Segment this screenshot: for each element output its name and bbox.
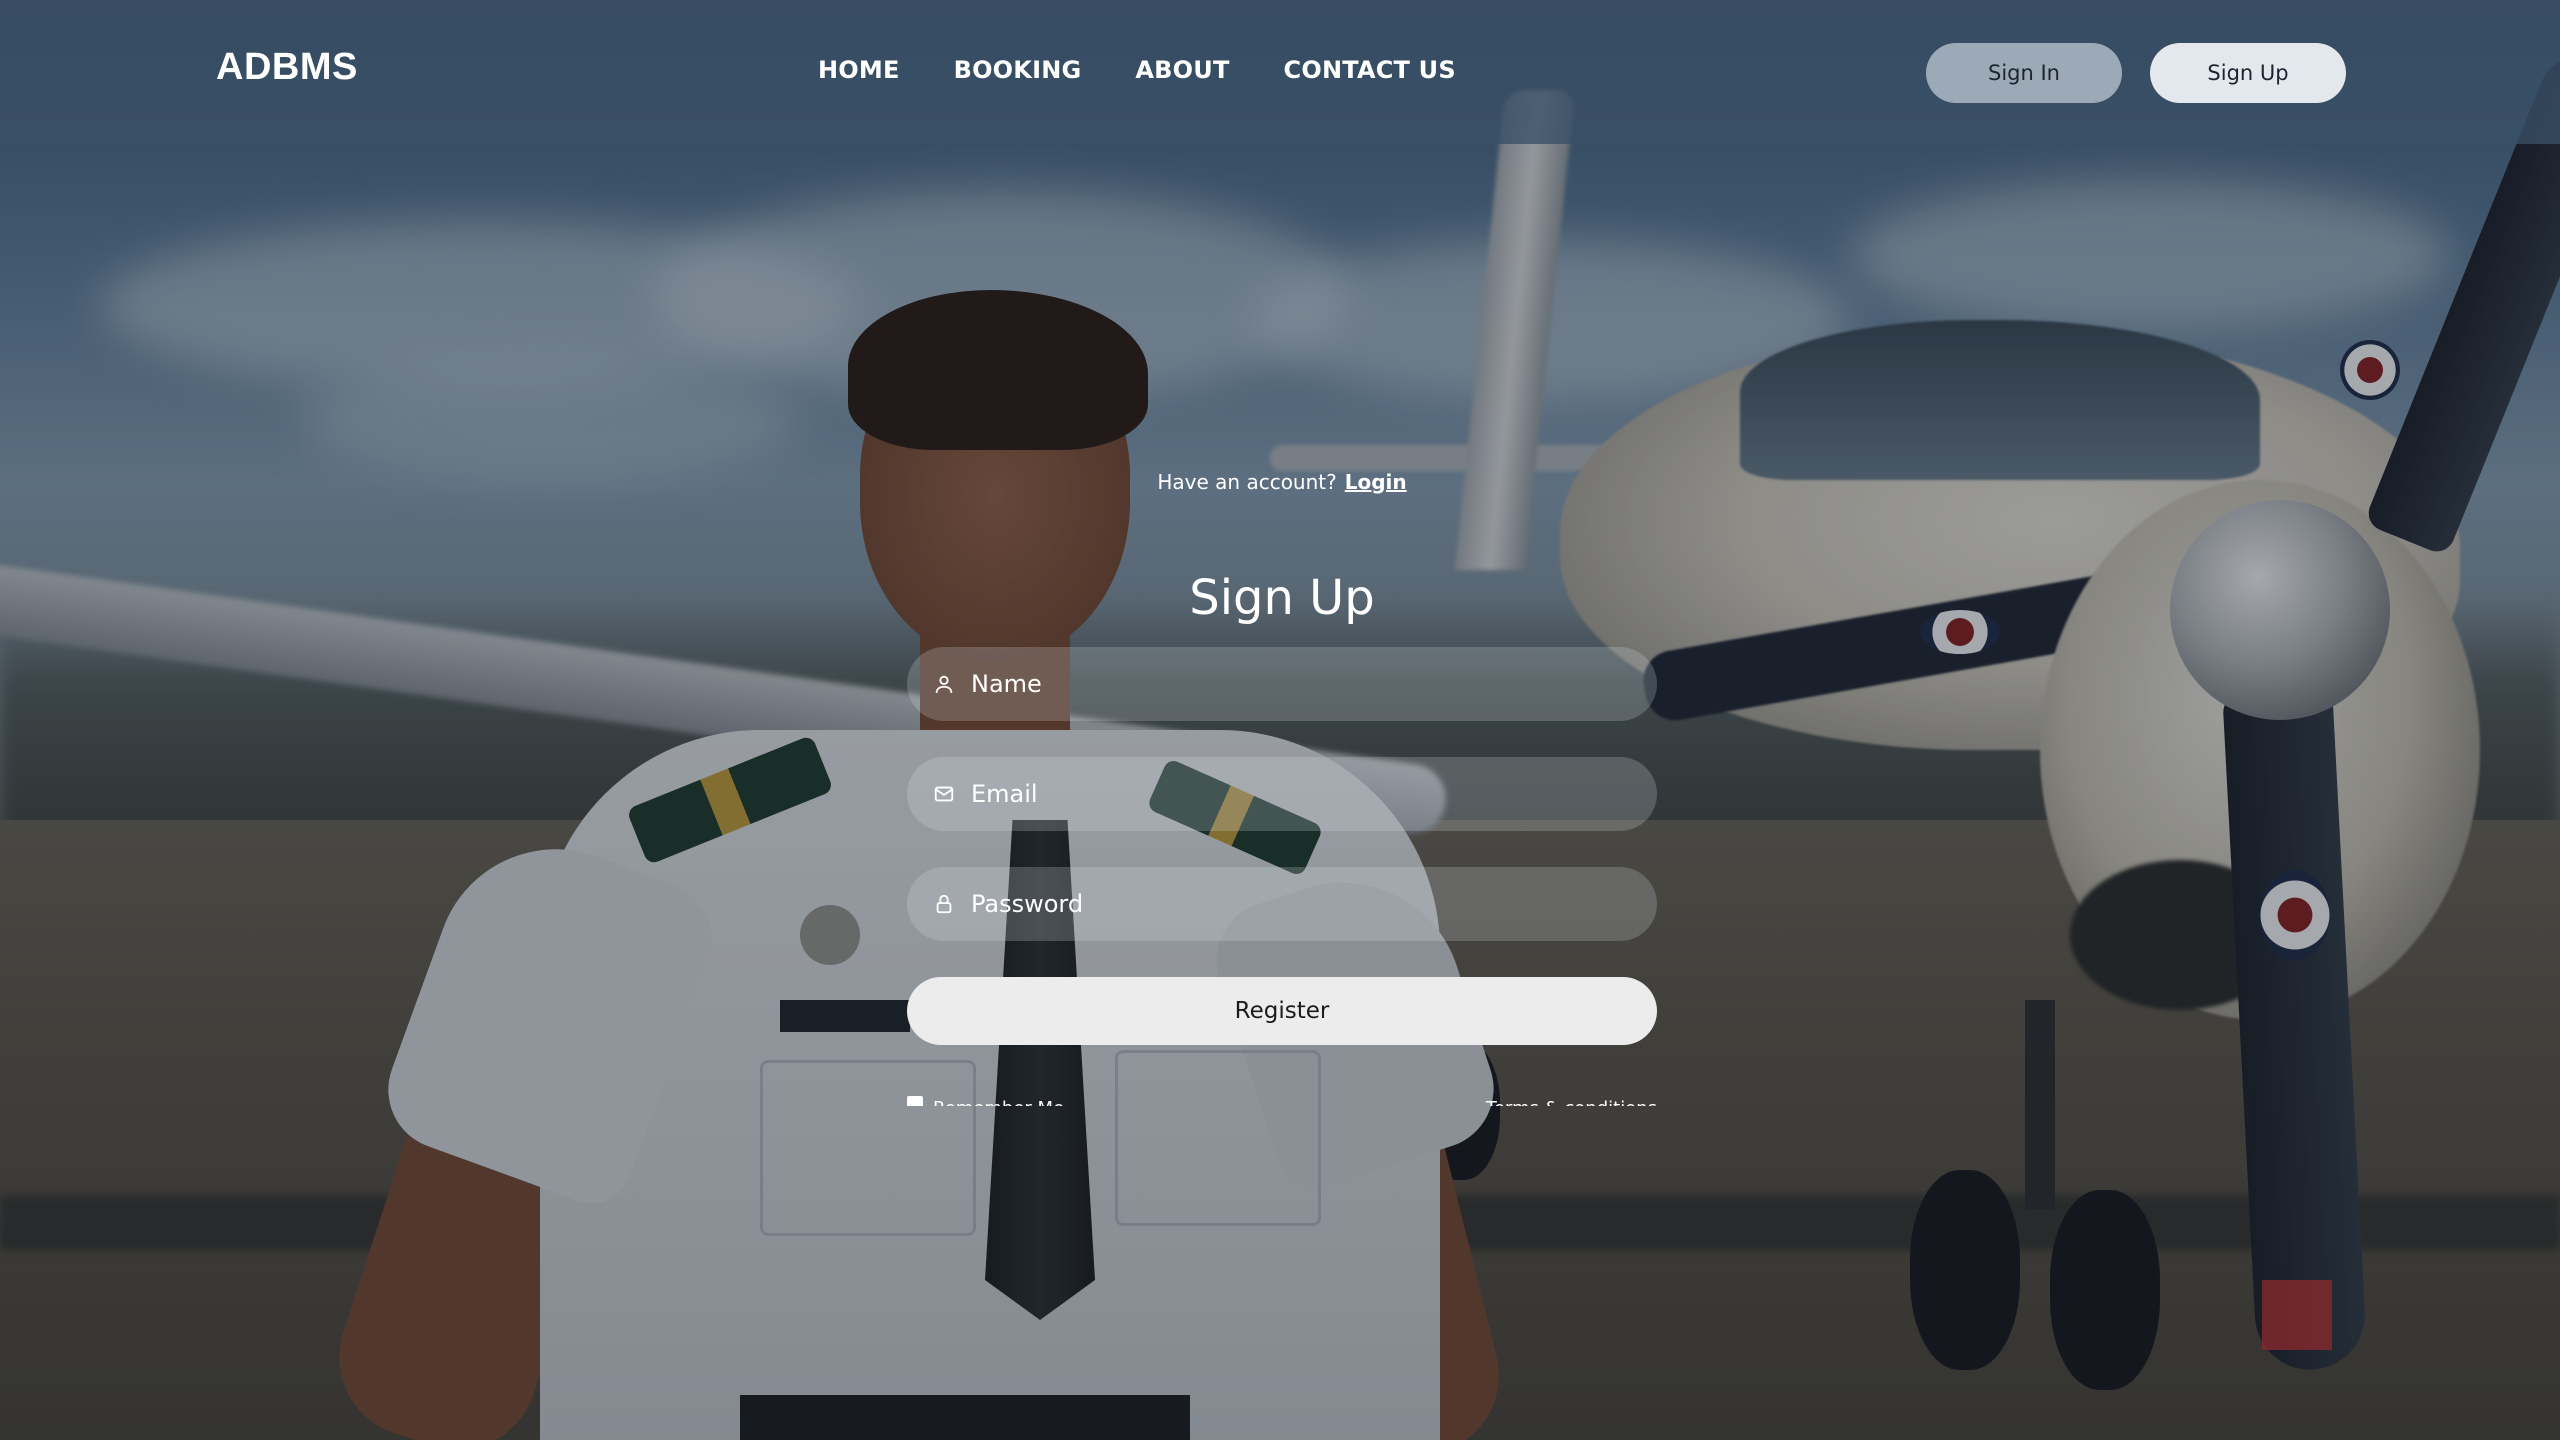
nav-links: HOME BOOKING ABOUT CONTACT US	[818, 56, 1456, 84]
form-title: Sign Up	[1189, 570, 1375, 627]
nav-contact-us[interactable]: CONTACT US	[1284, 56, 1456, 84]
navbar: ADBMS HOME BOOKING ABOUT CONTACT US Sign…	[0, 0, 2560, 144]
login-link[interactable]: Login	[1345, 470, 1407, 494]
sign-up-button[interactable]: Sign Up	[2150, 43, 2346, 103]
terms-link[interactable]: Terms & conditions	[1486, 1098, 1657, 1106]
name-placeholder: Name	[971, 670, 1042, 698]
password-placeholder: Password	[971, 890, 1084, 918]
page: ADBMS HOME BOOKING ABOUT CONTACT US Sign…	[0, 0, 2560, 1440]
have-account-line: Have an account? Login	[907, 470, 1657, 494]
email-placeholder: Email	[971, 780, 1038, 808]
remember-me-label: Remember Me	[933, 1098, 1064, 1106]
brand-logo[interactable]: ADBMS	[216, 46, 358, 89]
have-account-text: Have an account?	[1157, 470, 1337, 494]
mail-icon	[933, 783, 955, 805]
form-options-row: Remember Me Terms & conditions	[907, 1092, 1657, 1106]
checkbox-box[interactable]	[907, 1096, 923, 1106]
lock-icon	[933, 893, 955, 915]
name-field[interactable]: Name	[907, 647, 1657, 721]
nav-booking[interactable]: BOOKING	[954, 56, 1082, 84]
email-field[interactable]: Email	[907, 757, 1657, 831]
nav-home[interactable]: HOME	[818, 56, 900, 84]
password-field[interactable]: Password	[907, 867, 1657, 941]
remember-me-checkbox[interactable]: Remember Me	[907, 1092, 1064, 1106]
register-button[interactable]: Register	[907, 977, 1657, 1045]
user-icon	[933, 673, 955, 695]
sign-in-button[interactable]: Sign In	[1926, 43, 2122, 103]
nav-about[interactable]: ABOUT	[1135, 56, 1229, 84]
